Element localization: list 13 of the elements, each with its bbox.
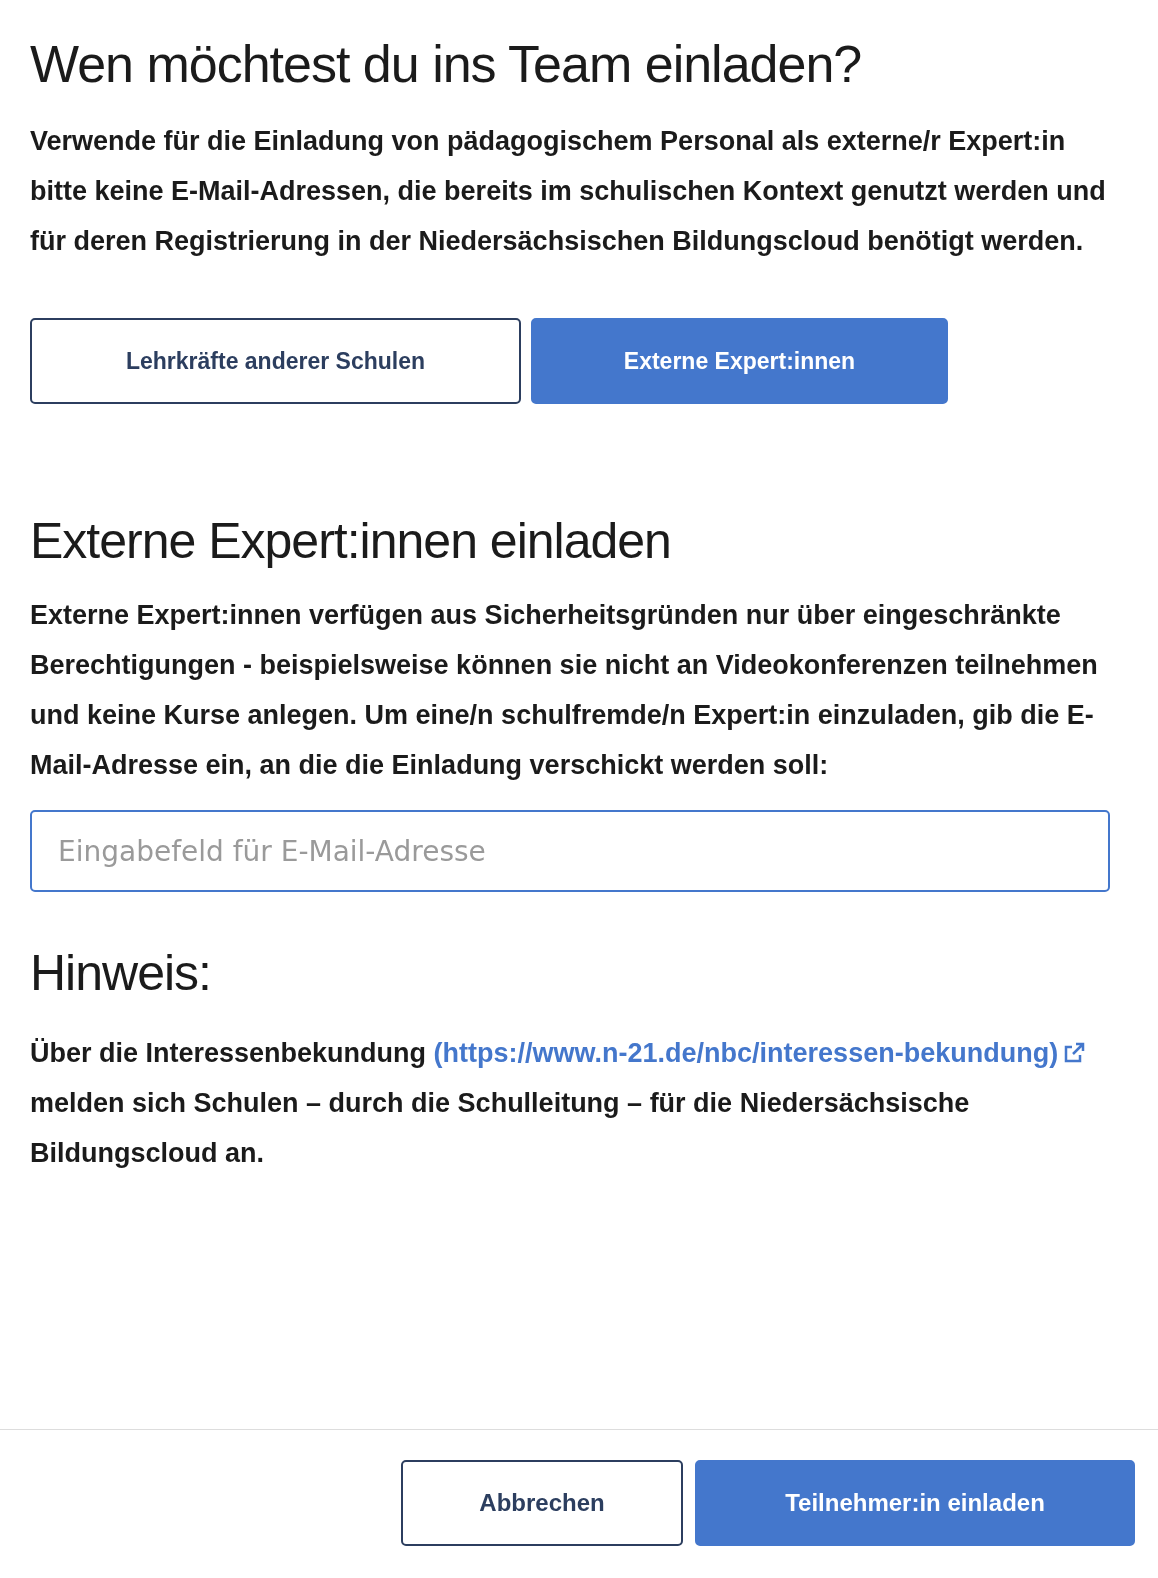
hint-text: Über die Interessenbekundung (https://www.n-21.de/nbc/interessen-bekundung) melden sich Schulen – durch die Schulleitung – für die Niedersächsische Bildungscloud an. [30, 1028, 1115, 1178]
interest-link[interactable]: (https://www.n-21.de/nbc/interessen-bekundung) [433, 1038, 1087, 1068]
email-input-field[interactable]: Eingabefeld für E-Mail-Adresse [30, 810, 1110, 892]
cancel-button[interactable]: Abbrechen [401, 1460, 683, 1546]
invite-button[interactable]: Teilnehmer:in einladen [695, 1460, 1135, 1546]
section-text: Externe Expert:innen verfügen aus Sicherheitsgründen nur über eingeschränkte Berechtigungen - beispielsweise können sie nicht an Videokonferenzen teilnehmen und keine Kurse anlegen. Um eine/n schulfremde/n Expert:in einzuladen, gib die E-Mail-Adresse ein, an die die Einladung verschickt werden soll: [30, 599, 1099, 782]
hint-heading: Hinweis: [30, 944, 212, 1002]
external-link-icon [1062, 1041, 1087, 1065]
section-heading: Externe Expert:innen einladen [30, 512, 672, 570]
tab[interactable]: Lehrkräfte anderer Schulen [30, 318, 521, 404]
tab[interactable]: Externe Expert:innen [531, 318, 948, 404]
intro-text: Verwende für die Einladung von pädagogischem Personal als externe/r Expert:in bitte keine E-Mail-Adressen, die bereits im schulischen Kontext genutzt werden und für deren Registrierung in der Niedersächsischen Bildungscloud benötigt werden. [30, 125, 1107, 258]
dialog-title: Wen möchtest du ins Team einladen? [30, 34, 863, 94]
